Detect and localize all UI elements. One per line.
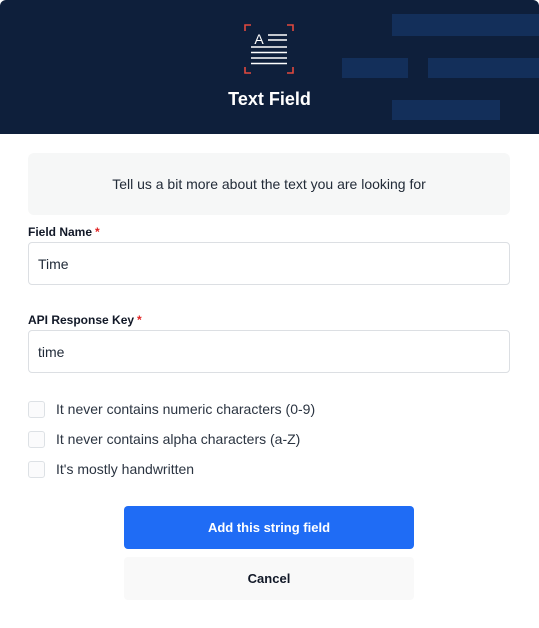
api-response-key-label: API Response Key * (28, 313, 142, 327)
option-handwritten[interactable]: It's mostly handwritten (28, 460, 194, 478)
option-no-numeric[interactable]: It never contains numeric characters (0-… (28, 400, 315, 418)
info-text: Tell us a bit more about the text you ar… (112, 176, 426, 192)
required-marker: * (137, 313, 142, 327)
header-decoration (392, 14, 539, 36)
api-response-key-label-text: API Response Key (28, 313, 135, 327)
checkbox-no-alpha[interactable] (28, 430, 45, 448)
header-decoration (342, 58, 408, 78)
checkbox-handwritten[interactable] (28, 460, 45, 478)
text-field-icon: A (244, 24, 294, 74)
required-marker: * (95, 225, 100, 239)
checkbox-no-numeric[interactable] (28, 400, 45, 418)
option-no-alpha-label: It never contains alpha characters (a-Z) (56, 431, 301, 447)
field-name-input[interactable] (28, 242, 510, 285)
add-string-field-button[interactable]: Add this string field (124, 506, 414, 549)
field-name-label-text: Field Name (28, 225, 93, 239)
dialog-title: Text Field (228, 89, 311, 109)
field-name-label: Field Name * (28, 225, 100, 239)
option-no-alpha[interactable]: It never contains alpha characters (a-Z) (28, 430, 300, 448)
option-handwritten-label: It's mostly handwritten (56, 461, 195, 477)
icon-letter: A (254, 31, 264, 47)
dialog-header: A Text Field (0, 0, 539, 134)
option-no-numeric-label: It never contains numeric characters (0-… (56, 401, 316, 417)
cancel-button[interactable]: Cancel (124, 557, 414, 600)
api-response-key-input[interactable] (28, 330, 510, 373)
header-decoration (428, 58, 539, 78)
info-banner: Tell us a bit more about the text you ar… (28, 153, 510, 215)
text-field-dialog: A Text Field Tell us a bit more about th… (0, 0, 539, 628)
